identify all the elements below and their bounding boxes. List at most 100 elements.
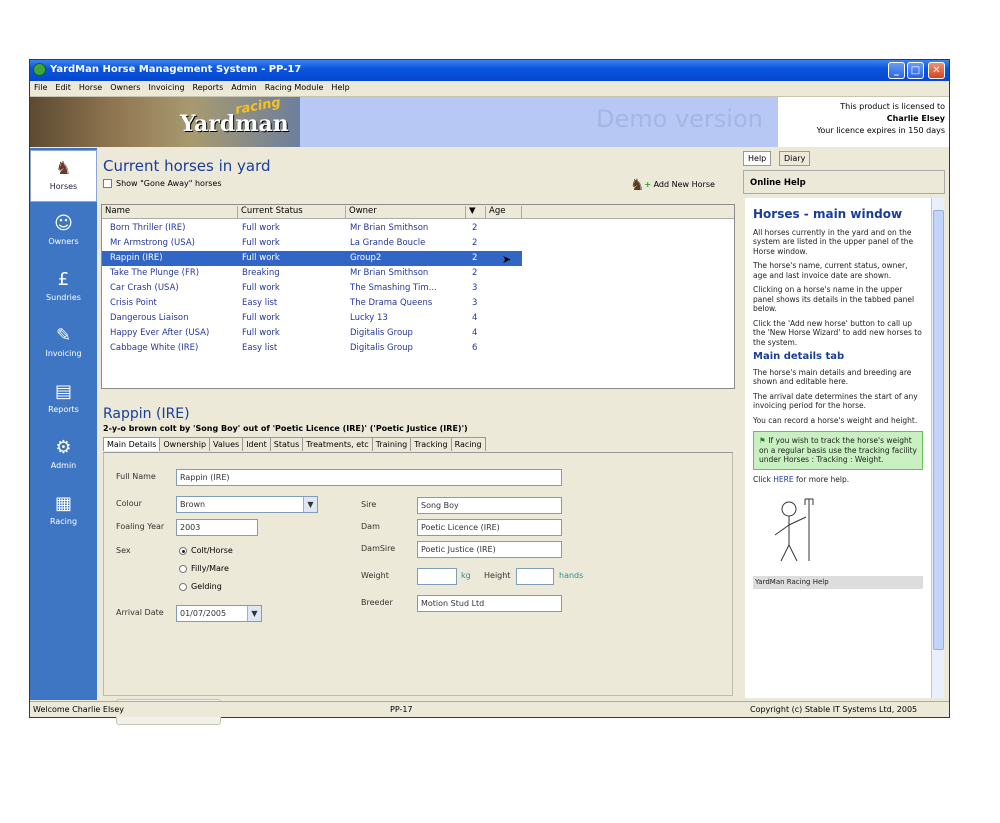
damsire-label: DamSire	[361, 544, 396, 553]
col-status[interactable]: Current Status	[238, 206, 346, 218]
menu-file[interactable]: File	[30, 81, 51, 94]
row-name: Mr Armstrong (USA)	[110, 238, 195, 248]
status-copyright: Copyright (c) Stable IT Systems Ltd, 200…	[750, 705, 918, 714]
damsire-field[interactable]: Poetic Justice (IRE)	[417, 541, 562, 558]
checkbox-box[interactable]	[103, 179, 112, 188]
row-name: Dangerous Liaison	[110, 313, 189, 323]
menu-admin[interactable]: Admin	[227, 81, 261, 94]
tab-racing[interactable]: Racing	[450, 437, 486, 451]
menu-horse[interactable]: Horse	[75, 81, 106, 94]
minimize-button[interactable]: _	[888, 62, 905, 79]
arrival-date-picker[interactable]: 01/07/2005 ▼	[176, 605, 262, 622]
row-name: Happy Ever After (USA)	[110, 328, 210, 338]
weight-field[interactable]	[417, 568, 457, 585]
show-gone-checkbox[interactable]: Show "Gone Away" horses	[103, 179, 222, 188]
sex-radio-colt[interactable]: Colt/Horse	[179, 546, 233, 555]
horse-list: Name Current Status Owner ▼ Age Born Thr…	[101, 204, 735, 389]
height-label: Height	[484, 571, 511, 580]
sidebar-item-horses[interactable]: ♞ Horses	[30, 150, 97, 202]
foaling-year-field[interactable]: 2003	[176, 519, 258, 536]
app-window: YardMan Horse Management System - PP-17 …	[29, 59, 950, 725]
breeder-field[interactable]: Motion Stud Ltd	[417, 595, 562, 612]
menu-owners[interactable]: Owners	[106, 81, 144, 94]
help-paragraph: Clicking on a horse's name in the upper …	[753, 285, 915, 313]
menu-invoicing[interactable]: Invoicing	[144, 81, 188, 94]
demo-watermark: Demo version	[596, 105, 763, 133]
table-row[interactable]: Cabbage White (IRE) Easy list Digitalis Gr…	[102, 341, 522, 356]
admin-icon: ⚙	[55, 437, 72, 458]
col-name[interactable]: Name	[102, 206, 238, 218]
tab-treatments[interactable]: Treatments, etc	[302, 437, 373, 451]
sidebar-label: Sundries	[46, 293, 81, 302]
sidebar-item-racing[interactable]: ▦ Racing	[30, 486, 97, 538]
more-help-link[interactable]: HERE	[773, 475, 793, 484]
row-owner: La Grande Boucle	[350, 238, 426, 248]
tab-values[interactable]: Values	[209, 437, 244, 451]
colour-select[interactable]: Brown ▼	[176, 496, 318, 513]
row-age: 2	[472, 238, 478, 248]
full-name-field[interactable]: Rappin (IRE)	[176, 469, 562, 486]
sidebar-label: Admin	[50, 461, 77, 470]
scroll-thumb[interactable]	[933, 210, 944, 650]
col-age[interactable]: Age	[486, 206, 522, 218]
help-paragraph: The horse's main details and breeding ar…	[753, 367, 912, 387]
horses-icon: ♞	[55, 158, 72, 179]
radio[interactable]	[179, 582, 187, 591]
tab-diary[interactable]: Diary	[779, 151, 811, 166]
sex-radio-filly[interactable]: Filly/Mare	[179, 564, 229, 573]
menu-help[interactable]: Help	[327, 81, 353, 94]
tab-status[interactable]: Status	[269, 437, 304, 451]
add-new-horse-button[interactable]: ♞+ Add New Horse	[630, 175, 715, 194]
menu-racing-module[interactable]: Racing Module	[261, 81, 328, 94]
sidebar-item-admin[interactable]: ⚙ Admin	[30, 430, 97, 482]
chevron-down-icon[interactable]: ▼	[303, 497, 317, 512]
table-row[interactable]: Mr Armstrong (USA) Full work La Grande Bou…	[102, 236, 522, 251]
sex-radio-gelding[interactable]: Gelding	[179, 582, 222, 591]
more-suffix: for more help.	[796, 474, 850, 484]
table-row[interactable]: Born Thriller (IRE) Full work Mr Brian Smi…	[102, 221, 522, 236]
menu-reports[interactable]: Reports	[189, 81, 228, 94]
row-owner: Mr Brian Smithson	[350, 268, 429, 278]
farmer-illustration	[774, 498, 814, 562]
menu-edit[interactable]: Edit	[51, 81, 75, 94]
row-name: Rappin (IRE)	[110, 253, 163, 263]
radio-selected[interactable]	[179, 546, 187, 555]
table-row[interactable]: Crisis Point Easy list The Drama Queens 3	[102, 296, 522, 311]
row-owner: The Smashing Tim...	[350, 283, 437, 293]
sidebar: ♞ Horses ☺ Owners £ Sundries ✎ Invoicing ▤ Re…	[30, 148, 97, 700]
sidebar-item-reports[interactable]: ▤ Reports	[30, 374, 97, 426]
col-owner[interactable]: Owner	[346, 206, 466, 218]
sidebar-item-sundries[interactable]: £ Sundries	[30, 262, 97, 314]
licence-expiry: Your licence expires in 150 days	[816, 126, 945, 135]
row-age: 2	[472, 253, 478, 263]
tab-main-details[interactable]: Main Details	[103, 437, 161, 451]
help-scrollbar[interactable]	[931, 198, 944, 698]
table-row[interactable]: Car Crash (USA) Full work The Smashing Tim…	[102, 281, 522, 296]
foaling-year-label: Foaling Year	[116, 522, 165, 531]
menu-bar: File Edit Horse Owners Invoicing Reports Admin…	[30, 81, 949, 97]
tab-ownership[interactable]: Ownership	[159, 437, 211, 451]
add-new-label: Add New Horse	[653, 180, 715, 189]
table-row-selected[interactable]: Rappin (IRE) Full work Group2 2 ➤	[102, 251, 522, 266]
main-panel: Current horses in yard Show "Gone Away" …	[98, 149, 738, 725]
chevron-down-icon[interactable]: ▼	[247, 606, 261, 621]
main-details-panel: Full Name Rappin (IRE) Colour Brown ▼ Foa…	[103, 453, 733, 725]
maximize-button[interactable]: □	[907, 62, 924, 79]
height-field[interactable]	[516, 568, 554, 585]
table-row[interactable]: Dangerous Liaison Full work Lucky 13 4	[102, 311, 522, 326]
table-row[interactable]: Happy Ever After (USA) Full work Digitalis…	[102, 326, 522, 341]
tab-ident[interactable]: Ident	[242, 437, 271, 451]
tab-help[interactable]: Help	[743, 151, 772, 166]
colour-label: Colour	[116, 499, 142, 508]
tab-training[interactable]: Training	[371, 437, 412, 451]
tab-tracking[interactable]: Tracking	[410, 437, 452, 451]
sort-desc-icon[interactable]: ▼	[466, 206, 486, 218]
sidebar-item-owners[interactable]: ☺ Owners	[30, 206, 97, 258]
table-row[interactable]: Take The Plunge (FR) Breaking Mr Brian Smi…	[102, 266, 522, 281]
radio[interactable]	[179, 564, 187, 573]
sire-field[interactable]: Song Boy	[417, 497, 562, 514]
sidebar-item-invoicing[interactable]: ✎ Invoicing	[30, 318, 97, 370]
height-unit: hands	[559, 571, 584, 580]
close-button[interactable]: ✕	[928, 62, 945, 79]
dam-field[interactable]: Poetic Licence (IRE)	[417, 519, 562, 536]
